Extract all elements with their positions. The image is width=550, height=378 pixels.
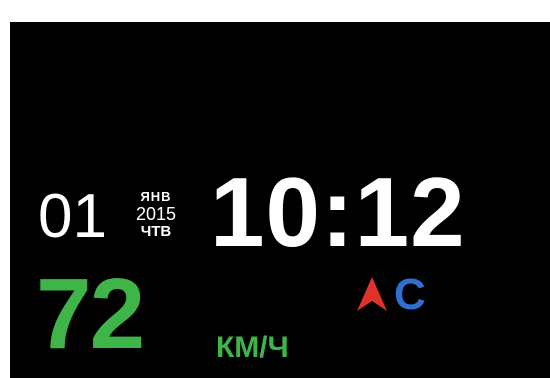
date-weekday: ЧТВ	[140, 223, 172, 240]
date-year: 2015	[136, 204, 177, 224]
dashboard-screen: 01 ЯНВ 2015 ЧТВ 10:12 72 КМ/Ч С	[10, 22, 550, 378]
clock-time: 10:12	[210, 157, 466, 267]
north-arrow-icon	[357, 277, 387, 311]
date-month: ЯНВ	[140, 189, 172, 204]
speed-value: 72	[36, 258, 145, 370]
speed-unit: КМ/Ч	[216, 331, 289, 364]
date-details: ЯНВ 2015 ЧТВ	[136, 189, 176, 241]
page: 01 ЯНВ 2015 ЧТВ 10:12 72 КМ/Ч С	[0, 0, 550, 378]
date-day: 01	[38, 182, 107, 251]
heading-direction: С	[394, 270, 426, 319]
